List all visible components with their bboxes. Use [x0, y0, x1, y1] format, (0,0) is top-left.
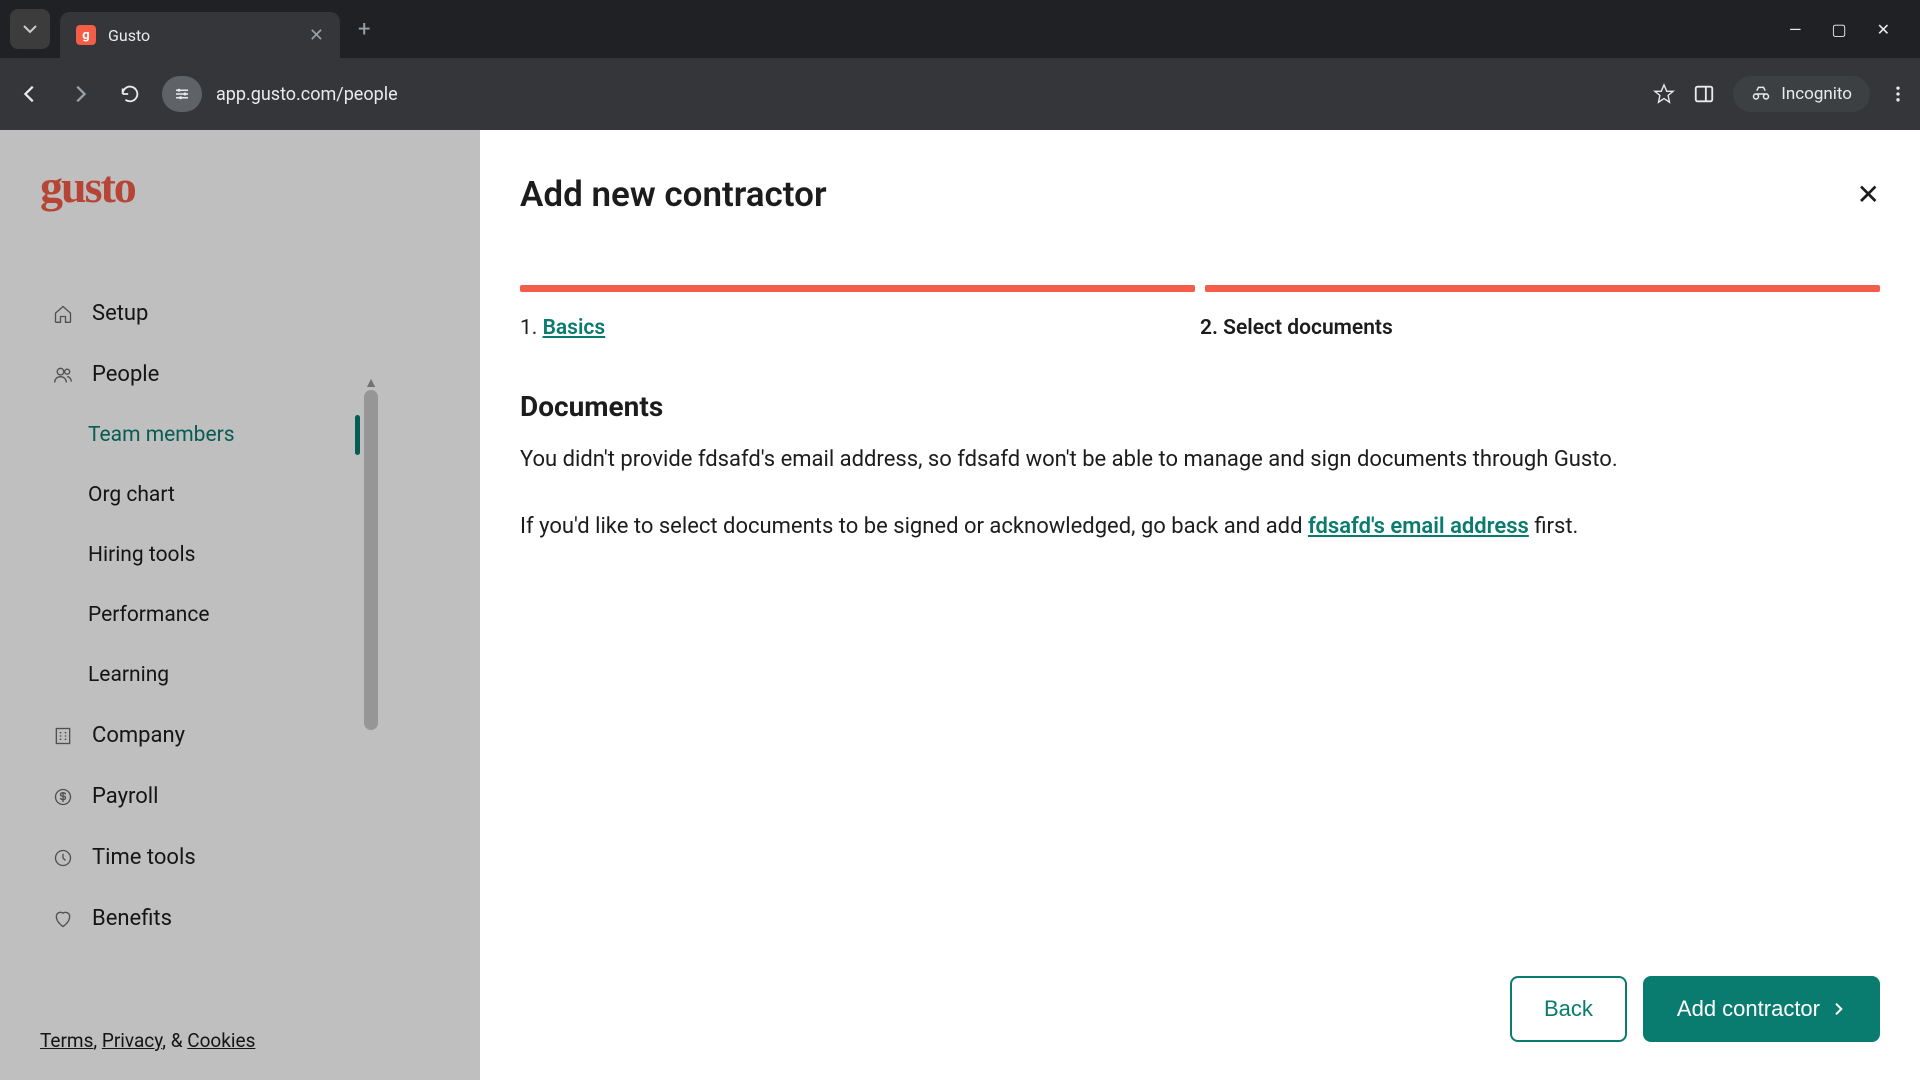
step-2: 2. Select documents	[1200, 302, 1880, 340]
back-button[interactable]: Back	[1510, 976, 1627, 1042]
new-tab-button[interactable]: +	[358, 17, 370, 42]
add-contractor-button[interactable]: Add contractor	[1643, 976, 1880, 1042]
back-button[interactable]	[12, 76, 48, 112]
incognito-chip[interactable]: Incognito	[1733, 76, 1870, 112]
progress-step-1	[520, 285, 1195, 292]
site-info-button[interactable]	[162, 76, 202, 112]
browser-chrome: g Gusto ✕ + — ▢ ✕ app.gusto.com/people	[0, 0, 1920, 130]
reload-button[interactable]	[112, 76, 148, 112]
address-bar: app.gusto.com/people Incognito	[0, 58, 1920, 130]
progress-step-2	[1205, 285, 1880, 292]
bookmark-icon[interactable]	[1653, 83, 1675, 105]
browser-tab[interactable]: g Gusto ✕	[60, 12, 340, 58]
panel-icon[interactable]	[1693, 83, 1715, 105]
documents-info-2: If you'd like to select documents to be …	[520, 508, 1880, 547]
tab-title: Gusto	[108, 26, 297, 45]
section-title: Documents	[520, 390, 1880, 423]
forward-button[interactable]	[62, 76, 98, 112]
documents-info-1: You didn't provide fdsafd's email addres…	[520, 441, 1880, 480]
progress-track	[520, 285, 1880, 292]
incognito-label: Incognito	[1781, 84, 1852, 104]
browser-menu-icon[interactable]	[1888, 84, 1908, 104]
maximize-icon[interactable]: ▢	[1831, 20, 1846, 39]
close-panel-button[interactable]: ✕	[1857, 178, 1880, 211]
arrow-left-icon	[19, 83, 41, 105]
url-text[interactable]: app.gusto.com/people	[216, 84, 1639, 105]
step-1: 1. Basics	[520, 302, 1200, 340]
window-controls: — ▢ ✕	[1789, 20, 1910, 39]
arrow-right-icon	[69, 83, 91, 105]
add-contractor-panel: Add new contractor ✕ 1. Basics 2. Select…	[480, 130, 1920, 1080]
close-window-icon[interactable]: ✕	[1877, 20, 1890, 39]
chevron-down-icon	[23, 22, 37, 36]
step-basics-link[interactable]: Basics	[543, 316, 606, 340]
panel-title: Add new contractor	[520, 174, 827, 215]
tab-bar: g Gusto ✕ + — ▢ ✕	[0, 0, 1920, 58]
tune-icon	[173, 85, 191, 103]
chevron-right-icon	[1830, 1001, 1846, 1017]
close-tab-icon[interactable]: ✕	[309, 25, 324, 46]
incognito-icon	[1751, 84, 1771, 104]
favicon-icon: g	[76, 25, 96, 45]
reload-icon	[119, 83, 141, 105]
tab-search-dropdown[interactable]	[10, 9, 50, 49]
add-email-link[interactable]: fdsafd's email address	[1308, 514, 1529, 539]
minimize-icon[interactable]: —	[1789, 20, 1802, 39]
